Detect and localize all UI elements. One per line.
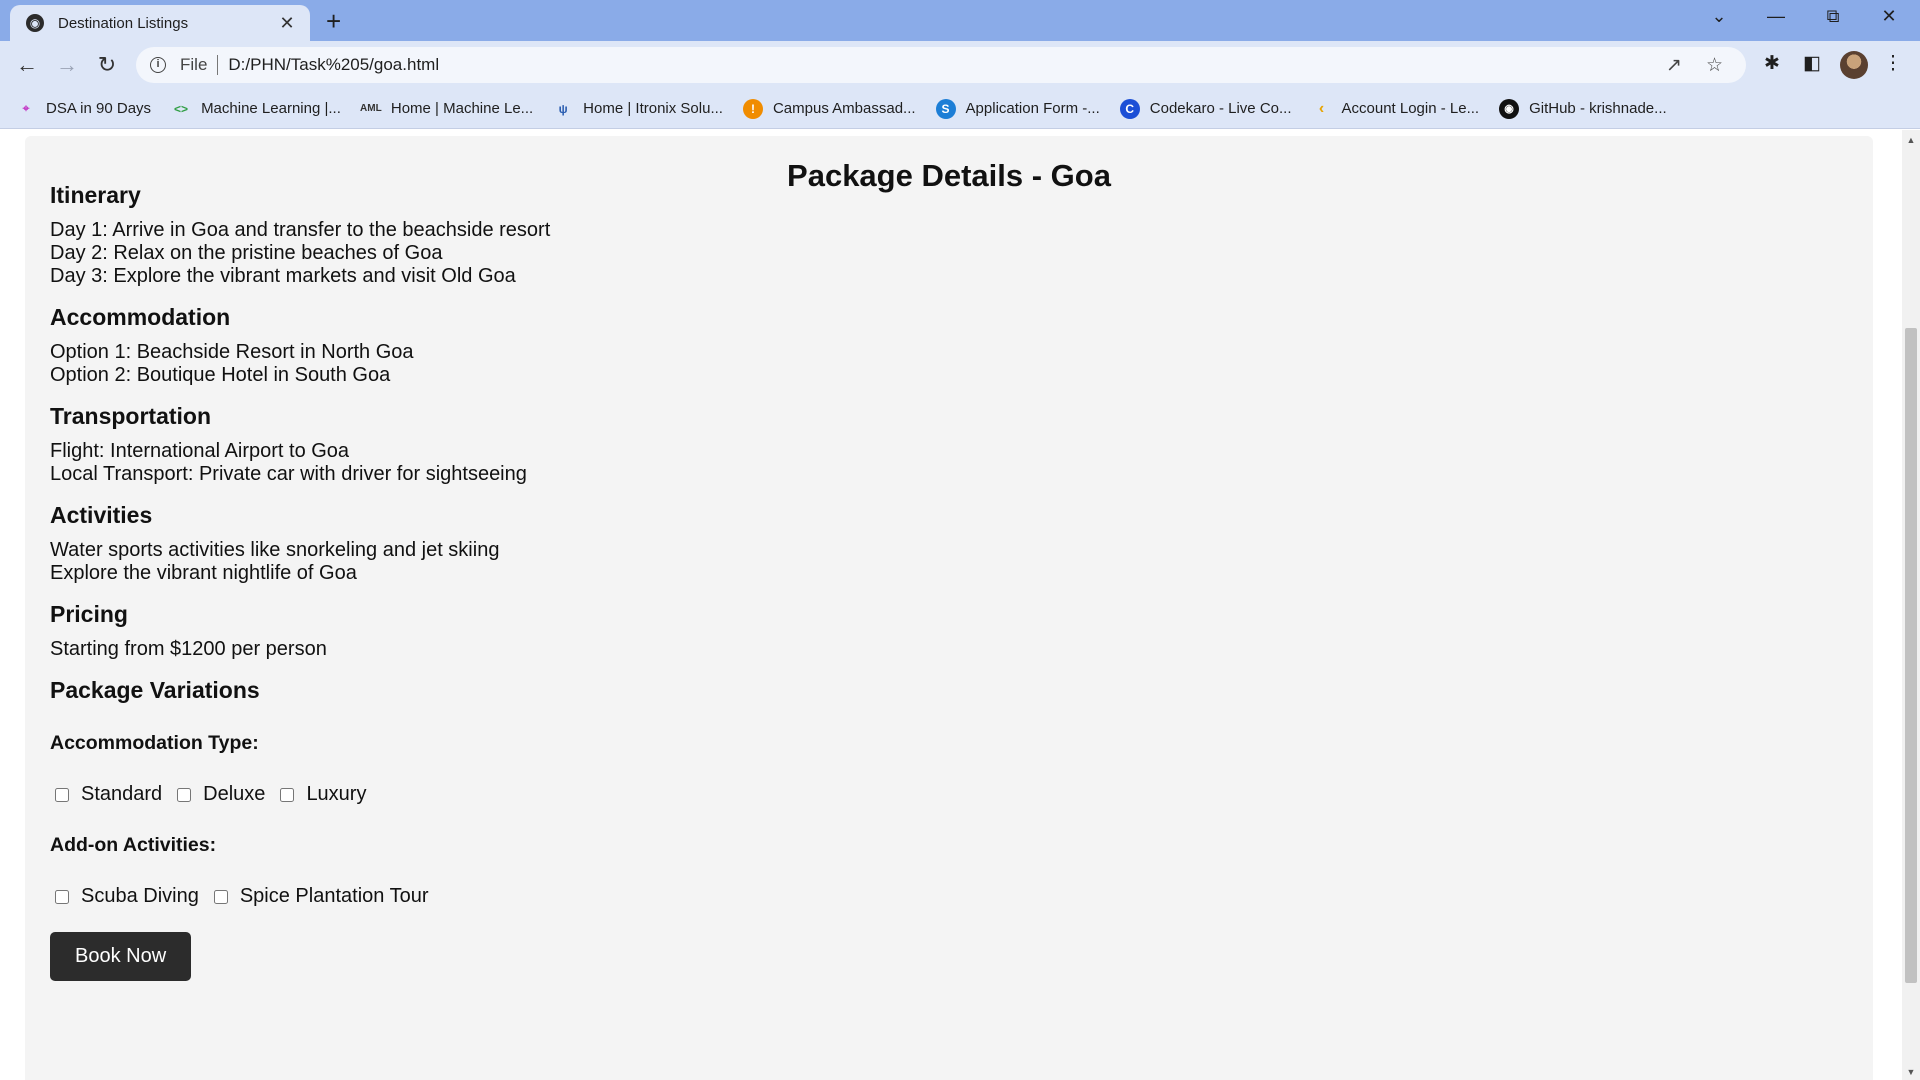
activities-heading: Activities — [50, 502, 153, 528]
bookmark-label: Codekaro - Live Co... — [1149, 100, 1292, 117]
new-tab-icon[interactable]: + — [326, 8, 341, 34]
bookmark-label: Machine Learning |... — [201, 100, 341, 117]
page-scrollbar[interactable]: ▲ ▼ — [1902, 130, 1920, 1080]
spice-plantation-checkbox[interactable] — [213, 889, 228, 904]
itinerary-day: Day 1: Arrive in Goa and transfer to the… — [50, 219, 551, 241]
reload-icon[interactable]: ↻ — [93, 51, 121, 79]
share-icon[interactable]: ↗ — [1666, 54, 1682, 77]
bookmark-itronix[interactable]: ψ Home | Itronix Solu... — [553, 99, 723, 119]
bookmark-label: Home | Machine Le... — [390, 100, 534, 117]
bookmark-account-login[interactable]: ‹ Account Login - Le... — [1312, 99, 1480, 119]
accommodation-option: Option 2: Boutique Hotel in South Goa — [50, 364, 391, 386]
addon-activities-label: Add-on Activities: — [50, 834, 217, 856]
side-panel-icon[interactable]: ◧ — [1799, 52, 1825, 75]
bookmark-machine-learning[interactable]: <> Machine Learning |... — [171, 99, 341, 119]
extensions-puzzle-icon[interactable]: ✱ — [1759, 52, 1785, 75]
restore-icon[interactable]: ⧉ — [1818, 6, 1848, 27]
url-scheme: File — [180, 55, 208, 74]
window-close-icon[interactable]: ✕ — [1874, 6, 1904, 27]
bookmark-label: Home | Itronix Solu... — [583, 100, 723, 117]
luxury-label: Luxury — [306, 783, 367, 805]
scroll-up-arrow-icon[interactable]: ▲ — [1902, 132, 1920, 148]
tab-strip: ◉ Destination Listings ✕ + ⌄ — ⧉ ✕ — [0, 0, 1920, 41]
tab-destination-listings[interactable]: ◉ Destination Listings ✕ — [10, 5, 310, 41]
pricing-text: Starting from $1200 per person — [50, 638, 1848, 661]
minimize-icon[interactable]: — — [1761, 6, 1791, 27]
bookmark-label: Campus Ambassad... — [772, 100, 916, 117]
browser-toolbar: ← → ↻ i File D:/PHN/Task%205/goa.html ↗ … — [0, 41, 1920, 89]
book-now-button[interactable]: Book Now — [50, 932, 192, 981]
bookmark-codekaro[interactable]: C Codekaro - Live Co... — [1119, 98, 1292, 119]
address-bar[interactable]: i File D:/PHN/Task%205/goa.html ↗ ☆ — [136, 47, 1746, 83]
site-info-icon[interactable]: i — [150, 57, 166, 73]
itinerary-list: Day 1: Arrive in Goa and transfer to the… — [50, 219, 1848, 288]
luxury-checkbox[interactable] — [280, 787, 295, 802]
aiml-icon: AML — [360, 103, 382, 114]
scuba-diving-label: Scuba Diving — [81, 885, 199, 907]
bookmark-home-machine-learning[interactable]: AML Home | Machine Le... — [360, 99, 534, 119]
activity-item: Water sports activities like snorkeling … — [50, 539, 500, 561]
campus-icon: ! — [742, 98, 763, 119]
accommodation-type-options: Standard Deluxe Luxury — [50, 783, 1848, 806]
tab-search-icon[interactable]: ⌄ — [1704, 6, 1734, 27]
bookmark-label: GitHub - krishnade... — [1529, 100, 1667, 117]
bookmark-github[interactable]: ◉ GitHub - krishnade... — [1499, 98, 1667, 119]
skype-icon: S — [935, 98, 956, 119]
scroll-down-arrow-icon[interactable]: ▼ — [1902, 1064, 1920, 1080]
scrollbar-thumb[interactable] — [1905, 328, 1917, 983]
page-viewport: Package Details - Goa Itinerary Day 1: A… — [0, 130, 1902, 1080]
standard-option[interactable]: Standard — [50, 783, 162, 806]
bookmark-application-form[interactable]: S Application Form -... — [935, 98, 1100, 119]
activity-item: Explore the vibrant nightlife of Goa — [50, 562, 357, 584]
bookmark-label: Application Form -... — [965, 100, 1100, 117]
itronix-icon: ψ — [558, 101, 568, 116]
codekaro-icon: C — [1119, 98, 1140, 119]
github-icon: ◉ — [1499, 98, 1520, 119]
menu-kebab-icon[interactable]: ⋮ — [1880, 52, 1906, 75]
bookmark-dsa[interactable]: ⌖ DSA in 90 Days — [16, 99, 151, 119]
itinerary-day: Day 3: Explore the vibrant markets and v… — [50, 265, 516, 287]
dsa-icon: ⌖ — [22, 101, 30, 115]
url-text[interactable]: D:/PHN/Task%205/goa.html — [228, 55, 439, 75]
accommodation-heading: Accommodation — [50, 304, 231, 330]
deluxe-option[interactable]: Deluxe — [172, 783, 265, 806]
transportation-item: Local Transport: Private car with driver… — [50, 463, 527, 485]
accommodation-type-label: Accommodation Type: — [50, 732, 259, 754]
price-line: Starting from $1200 per person — [50, 638, 327, 660]
leetcode-icon: ‹ — [1318, 99, 1325, 117]
globe-icon: ◉ — [26, 14, 44, 32]
package-details-card: Package Details - Goa Itinerary Day 1: A… — [25, 136, 1873, 1080]
url-separator — [217, 55, 219, 75]
spice-plantation-label: Spice Plantation Tour — [239, 885, 429, 907]
pricing-heading: Pricing — [50, 601, 128, 627]
itinerary-day: Day 2: Relax on the pristine beaches of … — [50, 242, 443, 264]
close-tab-icon[interactable]: ✕ — [276, 13, 298, 34]
luxury-option[interactable]: Luxury — [275, 783, 366, 806]
bookmark-label: Account Login - Le... — [1341, 100, 1480, 117]
profile-avatar[interactable] — [1840, 51, 1868, 79]
bookmarks-bar: ⌖ DSA in 90 Days <> Machine Learning |..… — [0, 89, 1920, 129]
package-variations-heading: Package Variations — [50, 677, 260, 703]
standard-label: Standard — [81, 783, 163, 805]
bookmark-label: DSA in 90 Days — [46, 100, 152, 117]
scuba-diving-checkbox[interactable] — [55, 889, 69, 904]
bookmark-star-icon[interactable]: ☆ — [1706, 54, 1723, 77]
accommodation-list: Option 1: Beachside Resort in North Goa … — [50, 341, 1848, 387]
transportation-heading: Transportation — [50, 403, 212, 429]
accommodation-option: Option 1: Beachside Resort in North Goa — [50, 341, 414, 363]
forward-arrow-icon[interactable]: → — [53, 51, 81, 79]
standard-checkbox[interactable] — [55, 787, 69, 802]
transportation-item: Flight: International Airport to Goa — [50, 440, 350, 462]
back-arrow-icon[interactable]: ← — [13, 51, 41, 79]
transportation-list: Flight: International Airport to Goa Loc… — [50, 440, 1848, 486]
bookmark-campus-ambassador[interactable]: ! Campus Ambassad... — [742, 98, 916, 119]
addon-activity-options: Scuba Diving Spice Plantation Tour — [50, 885, 1848, 908]
tab-title: Destination Listings — [58, 14, 189, 32]
activities-list: Water sports activities like snorkeling … — [50, 539, 1848, 585]
deluxe-label: Deluxe — [203, 783, 266, 805]
ml-code-icon: <> — [174, 101, 189, 116]
scuba-diving-option[interactable]: Scuba Diving — [50, 885, 199, 908]
spice-plantation-option[interactable]: Spice Plantation Tour — [209, 885, 429, 908]
deluxe-checkbox[interactable] — [177, 787, 192, 802]
